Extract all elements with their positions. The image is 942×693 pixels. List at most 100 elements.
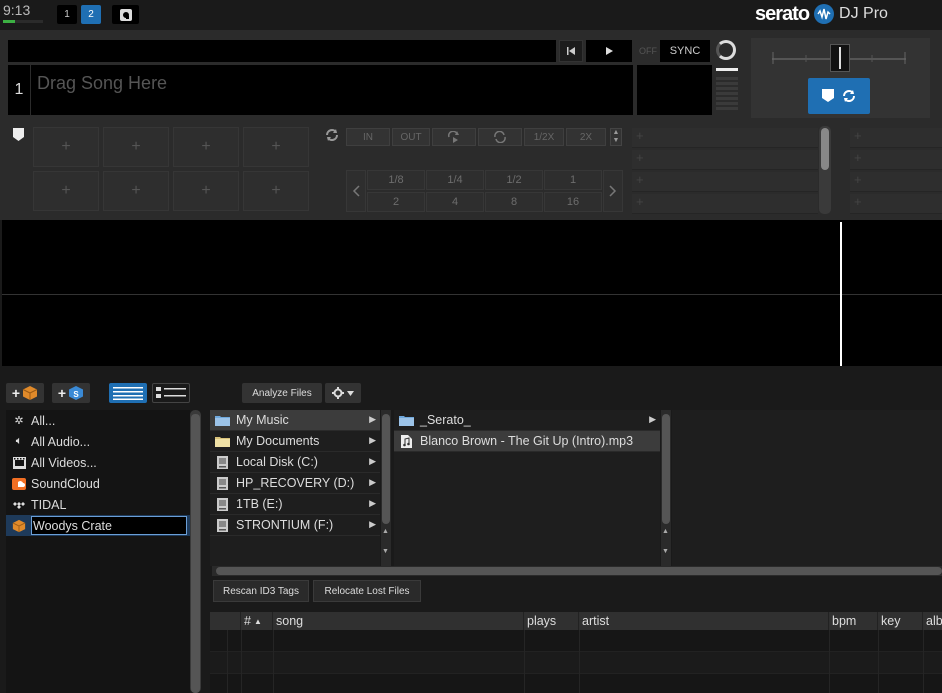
- column-header-artist[interactable]: artist: [579, 612, 829, 630]
- column-header-bpm[interactable]: bpm: [829, 612, 878, 630]
- crate-item-all-videos[interactable]: All Videos...: [6, 452, 190, 473]
- location-item[interactable]: HP_RECOVERY (D:) ▶: [210, 473, 380, 494]
- list-view-button[interactable]: [109, 383, 147, 403]
- files-scrollbar[interactable]: ▲ ▼: [661, 410, 671, 566]
- table-row[interactable]: [210, 674, 942, 693]
- tempo-knob[interactable]: [716, 40, 736, 60]
- loop-sync-icon[interactable]: [324, 127, 340, 143]
- slot[interactable]: +: [632, 194, 818, 214]
- cue-pad[interactable]: +: [173, 127, 239, 167]
- album-view-button[interactable]: [152, 383, 190, 403]
- beat-loop-button[interactable]: 1/4: [426, 170, 484, 190]
- beat-loop-button[interactable]: 2: [367, 192, 425, 212]
- cue-pad[interactable]: +: [103, 127, 169, 167]
- expand-arrow-icon[interactable]: ▶: [369, 414, 376, 425]
- deck-1-button[interactable]: 1: [57, 5, 77, 24]
- crate-item-all-audio[interactable]: 🔈︎ All Audio...: [6, 431, 190, 452]
- deck-number: 1: [8, 65, 30, 115]
- table-row[interactable]: [210, 652, 942, 674]
- crate-item-tidal[interactable]: TIDAL: [6, 494, 190, 515]
- beat-loop-button[interactable]: 1/8: [367, 170, 425, 190]
- browser-horizontal-scrollbar[interactable]: [212, 566, 942, 576]
- loop-in-button[interactable]: IN: [346, 128, 390, 146]
- crates-scrollbar[interactable]: [190, 410, 201, 693]
- expand-arrow-icon[interactable]: ▶: [649, 414, 656, 425]
- loop-half-button[interactable]: 1/2X: [524, 128, 564, 146]
- off-button[interactable]: OFF: [636, 40, 660, 62]
- column-header-plays[interactable]: plays: [524, 612, 579, 630]
- cue-pad[interactable]: +: [103, 171, 169, 211]
- location-item[interactable]: My Documents ▶: [210, 431, 380, 452]
- view-button[interactable]: [112, 5, 139, 24]
- expand-arrow-icon[interactable]: ▶: [369, 435, 376, 446]
- location-item[interactable]: 1TB (E:) ▶: [210, 494, 380, 515]
- slot[interactable]: +: [850, 172, 942, 192]
- scroll-up-icon[interactable]: ▲: [382, 528, 389, 535]
- expand-arrow-icon[interactable]: ▶: [369, 477, 376, 488]
- beat-loop-button[interactable]: 4: [426, 192, 484, 212]
- song-drop-zone[interactable]: Drag Song Here: [31, 65, 633, 115]
- sync-button[interactable]: SYNC: [660, 40, 710, 62]
- slots-scrollbar[interactable]: [819, 126, 831, 214]
- column-header-album[interactable]: alb: [923, 612, 942, 630]
- scroll-down-icon[interactable]: ▼: [662, 548, 669, 555]
- expand-arrow-icon[interactable]: ▶: [369, 456, 376, 467]
- file-item[interactable]: _Serato_ ▶: [394, 410, 660, 431]
- play-button[interactable]: [586, 40, 632, 62]
- cpu-meter: [3, 20, 43, 23]
- analyze-files-button[interactable]: Analyze Files: [242, 383, 322, 403]
- crate-item-new[interactable]: [6, 515, 190, 536]
- beats-prev-button[interactable]: [346, 170, 366, 212]
- cue-pad[interactable]: +: [33, 127, 99, 167]
- beat-loop-button[interactable]: 1/2: [485, 170, 543, 190]
- file-item[interactable]: Blanco Brown - The Git Up (Intro).mp3: [394, 431, 660, 452]
- slot[interactable]: +: [850, 150, 942, 170]
- scroll-down-icon[interactable]: ▼: [382, 548, 389, 555]
- beat-loop-button[interactable]: 8: [485, 192, 543, 212]
- slot[interactable]: +: [632, 172, 818, 192]
- slot[interactable]: +: [850, 194, 942, 214]
- loop-toggle-button[interactable]: [478, 128, 522, 146]
- relocate-lost-files-button[interactable]: Relocate Lost Files: [313, 580, 421, 602]
- waveform-display[interactable]: [2, 220, 942, 366]
- add-crate-button[interactable]: +: [6, 383, 44, 403]
- cue-pad[interactable]: +: [33, 171, 99, 211]
- crossfader-handle[interactable]: [830, 44, 850, 72]
- loop-stepper[interactable]: ▲ ▼: [610, 128, 622, 146]
- slot[interactable]: +: [632, 128, 818, 148]
- location-item[interactable]: Local Disk (C:) ▶: [210, 452, 380, 473]
- expand-arrow-icon[interactable]: ▶: [369, 498, 376, 509]
- crate-item-all[interactable]: ✲ All...: [6, 410, 190, 431]
- beat-loop-button[interactable]: 1: [544, 170, 602, 190]
- slot[interactable]: +: [632, 150, 818, 170]
- add-smart-crate-button[interactable]: + S: [52, 383, 90, 403]
- table-row[interactable]: [210, 630, 942, 652]
- play-icon: [606, 47, 613, 55]
- beat-loop-button[interactable]: 16: [544, 192, 602, 212]
- cue-sync-button[interactable]: [808, 78, 870, 114]
- previous-track-button[interactable]: [559, 40, 583, 62]
- column-header-blank[interactable]: [210, 612, 241, 630]
- location-item[interactable]: My Music ▶: [210, 410, 380, 431]
- column-header-key[interactable]: key: [878, 612, 923, 630]
- expand-arrow-icon[interactable]: ▶: [369, 519, 376, 530]
- library-settings-button[interactable]: [325, 383, 361, 403]
- loop-out-button[interactable]: OUT: [392, 128, 430, 146]
- column-header-song[interactable]: song: [273, 612, 524, 630]
- dropdown-arrow-icon: [347, 390, 354, 396]
- locations-scrollbar[interactable]: ▲ ▼: [381, 410, 391, 566]
- rescan-id3-button[interactable]: Rescan ID3 Tags: [213, 580, 309, 602]
- loop-double-button[interactable]: 2X: [566, 128, 606, 146]
- slot[interactable]: +: [850, 128, 942, 148]
- reloop-button[interactable]: [432, 128, 476, 146]
- beats-next-button[interactable]: [603, 170, 623, 212]
- crate-item-soundcloud[interactable]: SoundCloud: [6, 473, 190, 494]
- deck-2-button[interactable]: 2: [81, 5, 101, 24]
- crate-name-input[interactable]: [31, 516, 187, 535]
- cue-pad[interactable]: +: [243, 127, 309, 167]
- location-item[interactable]: STRONTIUM (F:) ▶: [210, 515, 380, 536]
- scroll-up-icon[interactable]: ▲: [662, 528, 669, 535]
- cue-pad[interactable]: +: [243, 171, 309, 211]
- column-header-number[interactable]: # ▲: [241, 612, 273, 630]
- cue-pad[interactable]: +: [173, 171, 239, 211]
